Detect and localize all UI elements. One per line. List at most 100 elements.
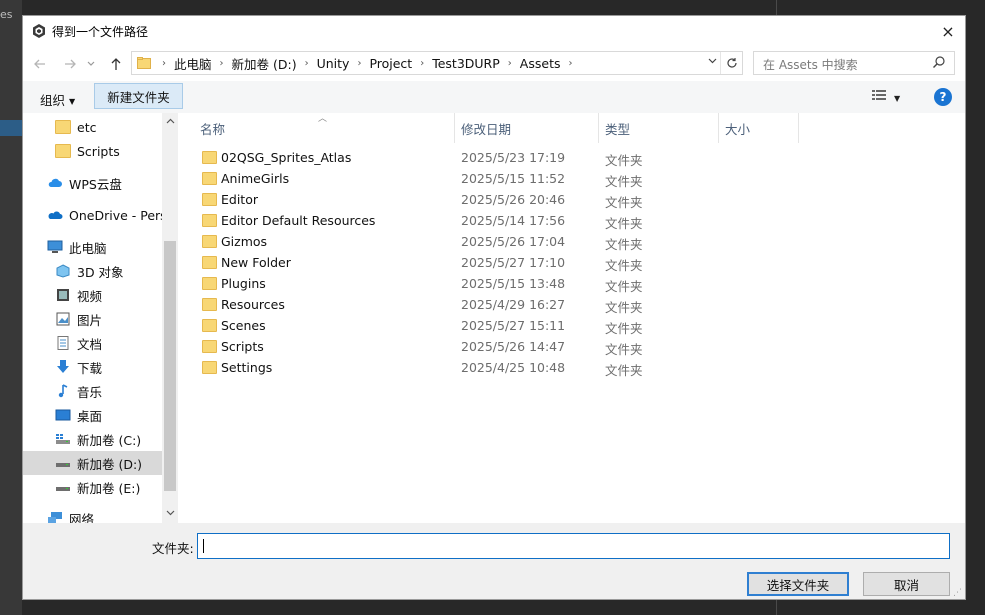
nav-item-wps-cloud[interactable]: WPS云盘 bbox=[23, 171, 163, 195]
nav-item-etc[interactable]: etc bbox=[23, 115, 163, 139]
folder-icon bbox=[202, 340, 217, 353]
file-row[interactable]: New Folder 2025/5/27 17:10 文件夹 bbox=[180, 252, 965, 273]
details-view-icon bbox=[872, 90, 886, 100]
nav-item-pictures[interactable]: 图片 bbox=[23, 307, 163, 331]
cancel-label: 取消 bbox=[893, 577, 919, 593]
nav-item-drive-c[interactable]: 新加卷 (C:) bbox=[23, 427, 163, 451]
file-row[interactable]: Settings 2025/4/25 10:48 文件夹 bbox=[180, 357, 965, 378]
file-modified: 2025/5/15 13:48 bbox=[461, 276, 566, 291]
nav-item-3d-objects[interactable]: 3D 对象 bbox=[23, 259, 163, 283]
breadcrumb-item[interactable]: Assets bbox=[520, 56, 561, 71]
folder-icon bbox=[202, 256, 217, 269]
recent-locations-button[interactable] bbox=[86, 55, 96, 73]
file-modified: 2025/5/27 15:11 bbox=[461, 318, 566, 333]
address-history-button[interactable] bbox=[708, 56, 717, 67]
folder-name-label: 文件夹: bbox=[152, 541, 194, 556]
search-box[interactable]: 在 Assets 中搜索 bbox=[753, 51, 955, 75]
column-divider[interactable] bbox=[598, 113, 599, 143]
breadcrumb-item[interactable]: 此电脑 bbox=[174, 54, 212, 73]
nav-item-this-pc[interactable]: 此电脑 bbox=[23, 235, 163, 259]
up-button[interactable] bbox=[107, 55, 125, 73]
drive-icon bbox=[56, 487, 70, 491]
cancel-button[interactable]: 取消 bbox=[863, 572, 950, 596]
breadcrumb-item[interactable]: Project bbox=[369, 56, 412, 71]
file-row[interactable]: Gizmos 2025/5/26 17:04 文件夹 bbox=[180, 231, 965, 252]
forward-button[interactable] bbox=[61, 55, 79, 73]
nav-item-label: 音乐 bbox=[77, 384, 103, 400]
file-row[interactable]: 02QSG_Sprites_Atlas 2025/5/23 17:19 文件夹 bbox=[180, 147, 965, 168]
file-name: Plugins bbox=[221, 276, 266, 291]
file-name: Resources bbox=[221, 297, 285, 312]
breadcrumb-separator-icon: › bbox=[357, 57, 362, 69]
search-input[interactable]: 在 Assets 中搜索 bbox=[763, 56, 858, 73]
download-icon bbox=[57, 360, 69, 373]
breadcrumb-item[interactable]: Unity bbox=[317, 56, 350, 71]
file-row[interactable]: Editor Default Resources 2025/5/14 17:56 文… bbox=[180, 210, 965, 231]
nav-item-drive-d[interactable]: 新加卷 (D:) bbox=[23, 451, 163, 475]
nav-item-music[interactable]: 音乐 bbox=[23, 379, 163, 403]
column-header-name[interactable]: 名称 bbox=[200, 113, 225, 143]
file-row[interactable]: Scripts 2025/5/26 14:47 文件夹 bbox=[180, 336, 965, 357]
column-header-type[interactable]: 类型 bbox=[605, 113, 630, 143]
nav-item-downloads[interactable]: 下载 bbox=[23, 355, 163, 379]
file-row[interactable]: Editor 2025/5/26 20:46 文件夹 bbox=[180, 189, 965, 210]
column-divider[interactable] bbox=[718, 113, 719, 143]
folder-name-input[interactable] bbox=[197, 533, 950, 559]
help-button[interactable]: ? bbox=[934, 88, 952, 106]
file-name: AnimeGirls bbox=[221, 171, 290, 186]
nav-item-videos[interactable]: 视频 bbox=[23, 283, 163, 307]
column-divider[interactable] bbox=[454, 113, 455, 143]
column-type-label: 类型 bbox=[605, 121, 631, 137]
network-icon bbox=[48, 512, 62, 523]
search-icon bbox=[933, 56, 945, 68]
column-header-modified[interactable]: 修改日期 bbox=[461, 113, 511, 143]
column-divider[interactable] bbox=[798, 113, 799, 143]
folder-icon bbox=[202, 151, 217, 164]
scrollbar-thumb[interactable] bbox=[164, 241, 176, 491]
breadcrumb-separator-icon: › bbox=[420, 57, 425, 69]
view-options-button[interactable]: ▼ bbox=[872, 89, 900, 105]
new-folder-button[interactable]: 新建文件夹 bbox=[94, 83, 183, 109]
address-bar[interactable]: › 此电脑 › 新加卷 (D:) › Unity › Project › Tes… bbox=[131, 51, 743, 75]
nav-item-desktop[interactable]: 桌面 bbox=[23, 403, 163, 427]
scroll-up-icon[interactable] bbox=[162, 113, 178, 129]
nav-item-label: Scripts bbox=[77, 143, 120, 159]
file-name: Settings bbox=[221, 360, 273, 375]
onedrive-icon bbox=[48, 211, 63, 219]
breadcrumb-item[interactable]: 新加卷 (D:) bbox=[232, 54, 297, 73]
file-row[interactable]: Resources 2025/4/29 16:27 文件夹 bbox=[180, 294, 965, 315]
video-icon bbox=[57, 289, 69, 301]
file-row[interactable]: AnimeGirls 2025/5/15 11:52 文件夹 bbox=[180, 168, 965, 189]
title-bar: 得到一个文件路径 × bbox=[23, 16, 965, 47]
file-type: 文件夹 bbox=[605, 237, 643, 252]
nav-item-label: OneDrive - Perso bbox=[69, 207, 175, 223]
caret-down-icon: ▼ bbox=[69, 97, 76, 106]
nav-item-network[interactable]: 网络 bbox=[23, 506, 163, 523]
close-button[interactable]: × bbox=[931, 16, 965, 47]
breadcrumb-item[interactable]: Test3DURP bbox=[432, 56, 500, 71]
folder-icon bbox=[202, 214, 217, 227]
file-type: 文件夹 bbox=[605, 321, 643, 336]
select-folder-button[interactable]: 选择文件夹 bbox=[747, 572, 849, 596]
nav-item-scripts[interactable]: Scripts bbox=[23, 139, 163, 163]
scroll-down-icon[interactable] bbox=[162, 505, 178, 521]
organize-button[interactable]: 组织 ▼ bbox=[40, 90, 75, 109]
file-row[interactable]: Plugins 2025/5/15 13:48 文件夹 bbox=[180, 273, 965, 294]
breadcrumb-separator-icon: › bbox=[507, 57, 512, 69]
nav-scrollbar[interactable] bbox=[162, 113, 178, 523]
refresh-button[interactable] bbox=[720, 52, 742, 74]
breadcrumb-separator-icon: › bbox=[219, 57, 224, 69]
file-modified: 2025/5/27 17:10 bbox=[461, 255, 566, 270]
chevron-down-icon bbox=[87, 61, 95, 66]
file-modified: 2025/4/25 10:48 bbox=[461, 360, 566, 375]
column-header-size[interactable]: 大小 bbox=[725, 113, 750, 143]
nav-item-label: 网络 bbox=[69, 511, 95, 524]
file-row[interactable]: Scenes 2025/5/27 15:11 文件夹 bbox=[180, 315, 965, 336]
breadcrumb-separator-icon: › bbox=[568, 57, 573, 69]
nav-item-documents[interactable]: 文档 bbox=[23, 331, 163, 355]
nav-item-onedrive[interactable]: OneDrive - Perso bbox=[23, 203, 174, 227]
nav-item-label: 新加卷 (E:) bbox=[77, 480, 141, 496]
resize-grip-icon[interactable]: ⋰ bbox=[953, 588, 962, 598]
back-button[interactable] bbox=[31, 55, 49, 73]
nav-item-drive-e[interactable]: 新加卷 (E:) bbox=[23, 475, 163, 499]
